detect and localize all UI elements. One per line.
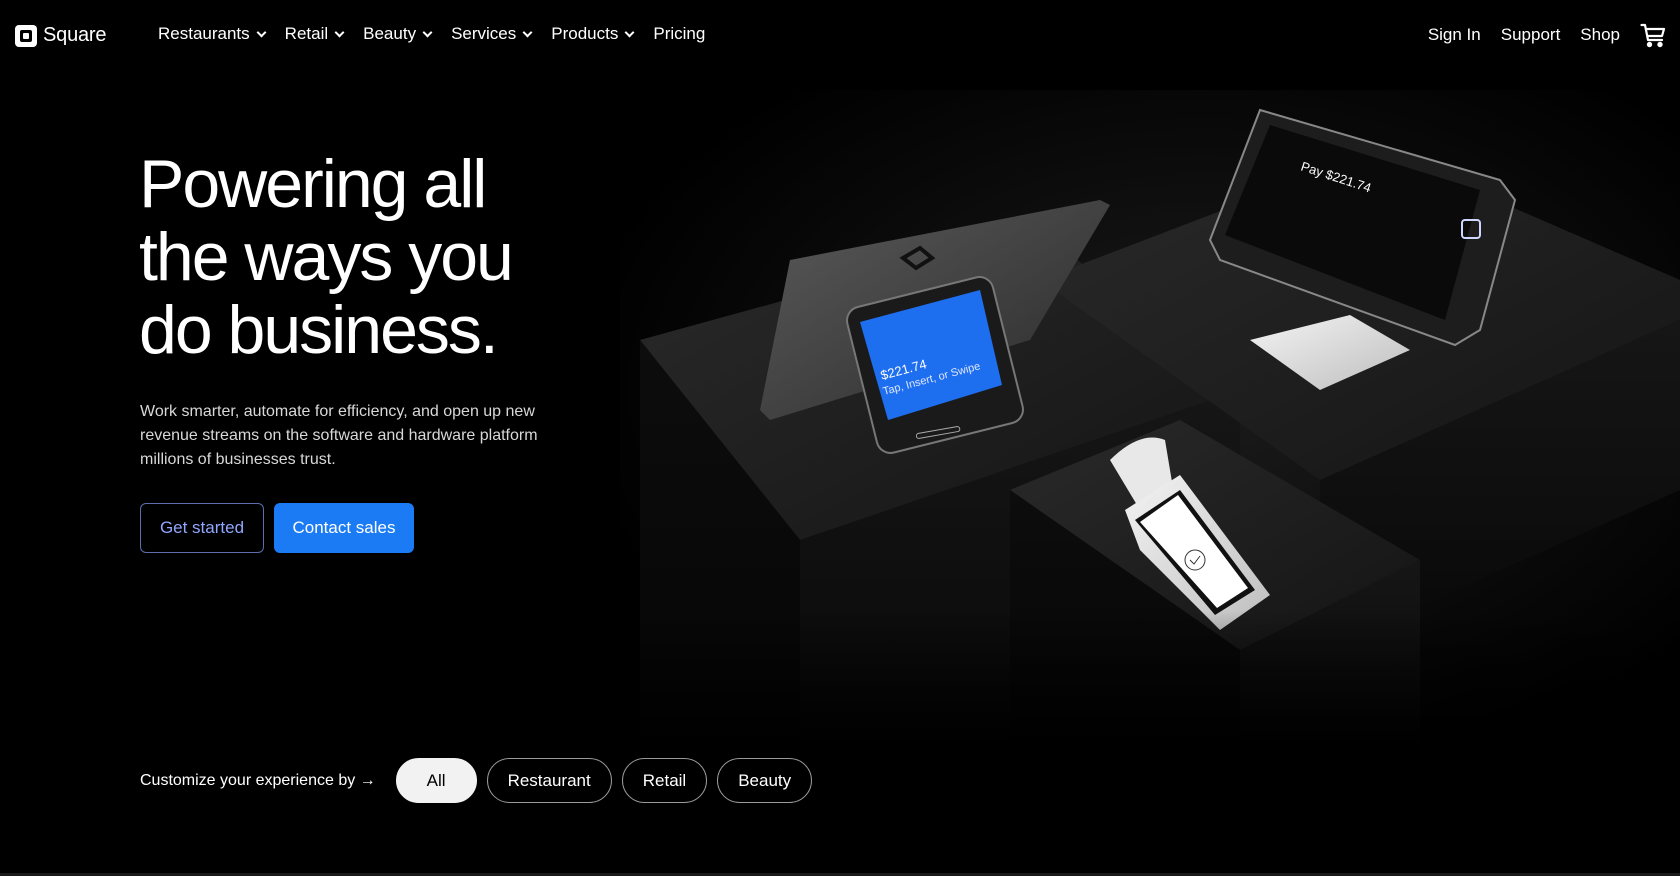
nav-item-label: Pricing [653, 24, 706, 43]
hero-title-line: the ways you [139, 219, 514, 295]
hardware-product-scene: $221.74 Tap, Insert, or Swipe Pay $221.7… [620, 90, 1680, 750]
nav-item-label: Retail [284, 24, 329, 43]
filter-pill-retail[interactable]: Retail [621, 758, 708, 803]
customize-label: Customize your experience by → [140, 771, 376, 789]
square-logo[interactable]: Square [15, 24, 106, 47]
hero-title-line: Powering all [139, 146, 487, 222]
chevron-down-icon [256, 27, 267, 37]
shopping-cart-icon[interactable] [1640, 22, 1666, 48]
nav-item-services[interactable]: Services [451, 24, 533, 44]
main-menu: Restaurants Retail Beauty Services Produ… [158, 24, 725, 44]
top-navigation: Square Restaurants Retail Beauty Service… [0, 0, 1680, 72]
shop-link[interactable]: Shop [1580, 25, 1620, 45]
get-started-button[interactable]: Get started [140, 503, 264, 553]
hero-subtitle: Work smarter, automate for efficiency, a… [140, 403, 538, 468]
chevron-down-icon [624, 27, 635, 37]
filter-pill-restaurant[interactable]: Restaurant [486, 758, 612, 803]
nav-item-retail[interactable]: Retail [284, 24, 345, 44]
nav-item-restaurants[interactable]: Restaurants [158, 24, 267, 44]
hero-title-line: do business. [139, 292, 499, 368]
sign-in-link[interactable]: Sign In [1428, 25, 1481, 45]
filter-pill-beauty[interactable]: Beauty [717, 758, 813, 803]
nav-item-label: Products [551, 24, 619, 43]
support-link[interactable]: Support [1501, 25, 1561, 45]
square-logo-icon [15, 24, 37, 47]
customize-experience-bar: Customize your experience by → All Resta… [140, 758, 822, 803]
chevron-down-icon [522, 27, 533, 37]
nav-item-products[interactable]: Products [551, 24, 635, 44]
hero-title: Powering all the ways you do business. [139, 148, 659, 367]
chevron-down-icon [334, 27, 345, 37]
account-menu: Sign In Support Shop [1428, 22, 1666, 48]
nav-item-label: Services [451, 24, 517, 43]
filter-pill-all[interactable]: All [395, 758, 477, 803]
logo-text: Square [43, 24, 107, 46]
nav-item-label: Restaurants [158, 24, 250, 43]
contact-sales-button[interactable]: Contact sales [274, 503, 414, 553]
nav-item-pricing[interactable]: Pricing [653, 24, 705, 44]
chevron-down-icon [422, 27, 433, 37]
nav-item-label: Beauty [363, 24, 417, 43]
nav-item-beauty[interactable]: Beauty [363, 24, 433, 44]
